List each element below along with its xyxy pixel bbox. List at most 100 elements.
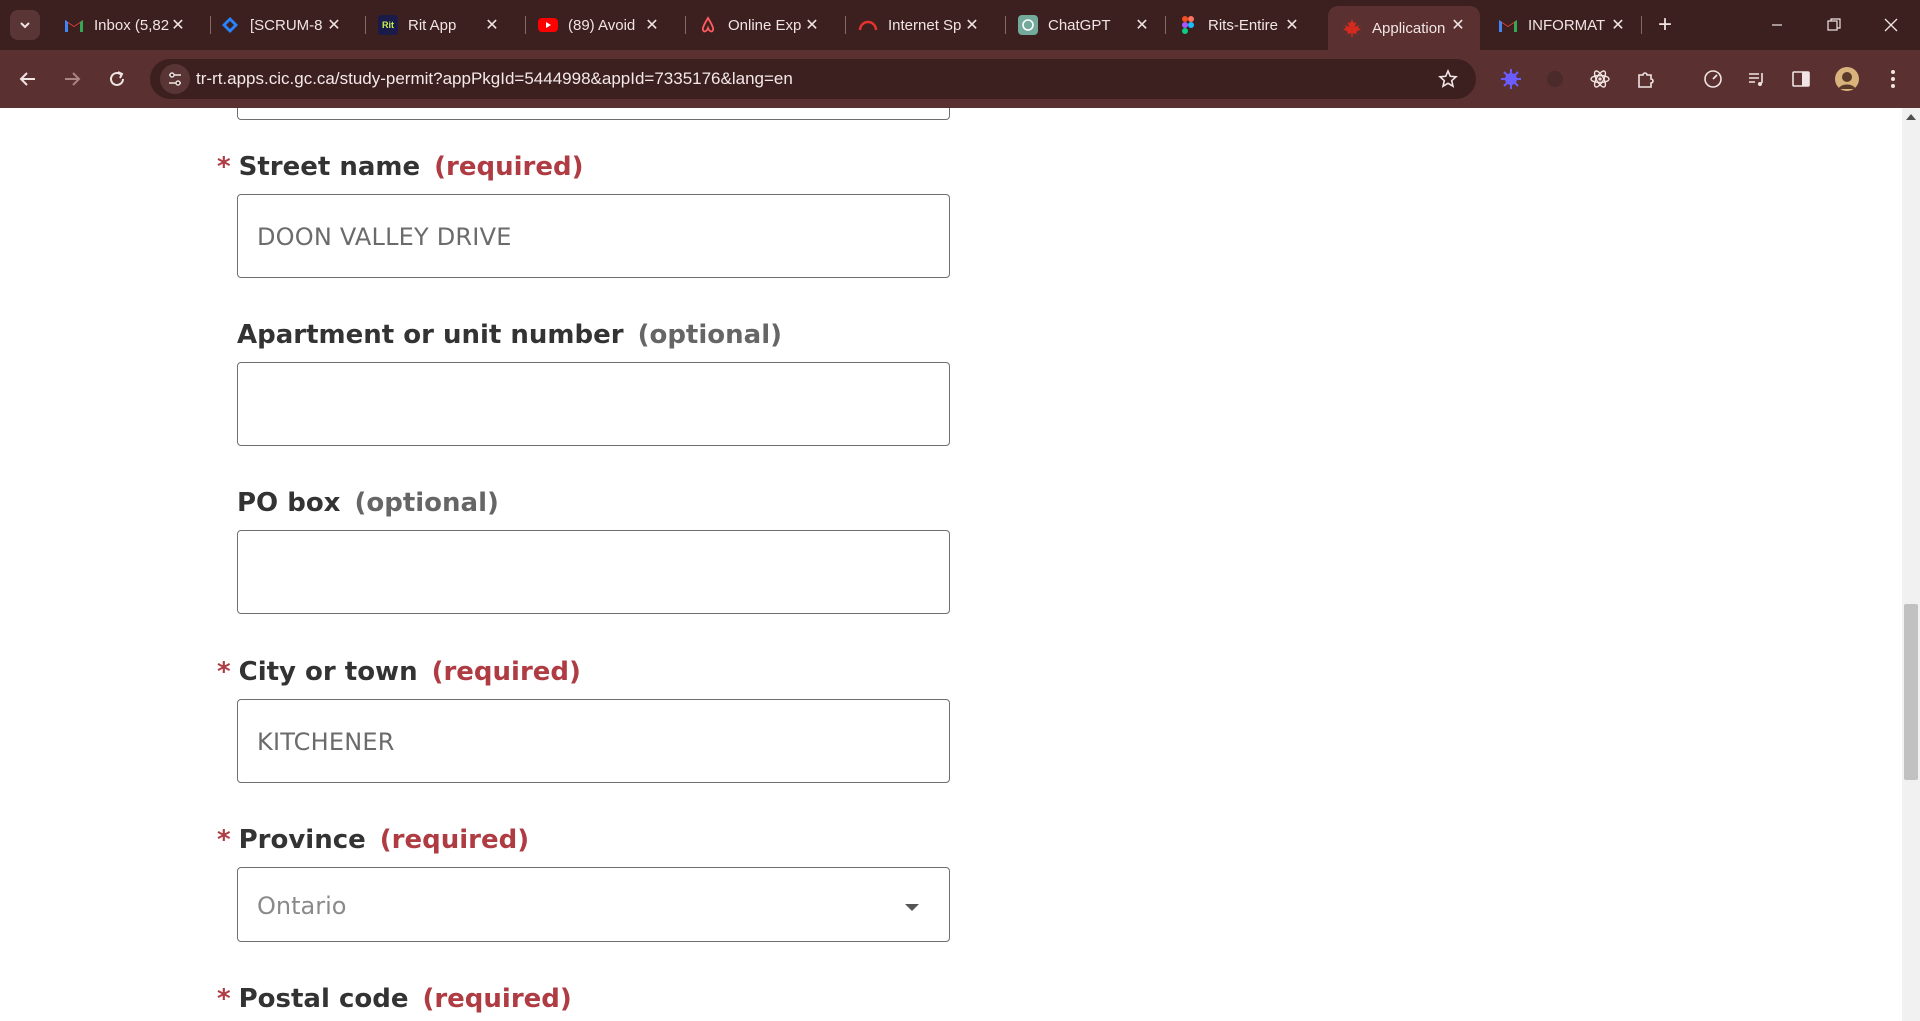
tab-search-button[interactable] (10, 10, 40, 40)
province-select[interactable]: Ontario (237, 867, 950, 942)
speedtest-icon (858, 15, 878, 35)
street-name-label-text: Street name (238, 152, 421, 182)
profile-avatar[interactable] (1832, 64, 1862, 94)
restore-button[interactable] (1805, 0, 1863, 50)
page-scrollbar[interactable] (1902, 108, 1920, 1021)
city-label: * City or town (required) (217, 657, 581, 687)
arrow-right-icon (65, 72, 81, 86)
page-content: * Street name (required) DOON VALLEY DRIVE… (0, 108, 1902, 1021)
media-control-button[interactable] (1742, 64, 1772, 94)
chevron-down-icon (20, 22, 30, 29)
tab-strip: Inbox (5,82 ✕ [SCRUM-8 ✕ Rit Rit App ✕ (… (0, 0, 1920, 50)
close-icon[interactable]: ✕ (642, 15, 662, 35)
close-icon[interactable]: ✕ (802, 15, 822, 35)
street-name-label: * Street name (required) (217, 152, 583, 182)
arrow-left-icon (19, 72, 35, 86)
street-name-value: DOON VALLEY DRIVE (257, 223, 512, 251)
optional-tag: (optional) (354, 488, 499, 518)
avatar-icon (1835, 67, 1859, 91)
rit-icon: Rit (378, 15, 398, 35)
tune-icon (169, 72, 181, 86)
url-text[interactable]: tr-rt.apps.cic.gc.ca/study-permit?appPkg… (196, 69, 793, 89)
sparkle-extension-icon (1501, 69, 1521, 89)
extension-button[interactable] (1585, 64, 1615, 94)
tab-title: Online Exp (728, 16, 802, 34)
close-icon[interactable]: ✕ (962, 15, 982, 35)
side-panel-icon (1792, 71, 1810, 87)
close-icon[interactable]: ✕ (168, 15, 188, 35)
extensions-menu-button[interactable] (1631, 64, 1661, 94)
side-panel-button[interactable] (1786, 64, 1816, 94)
speedometer-icon (1704, 70, 1722, 88)
tab-title: Internet Sp (888, 16, 962, 34)
postal-code-label: * Postal code (required) (217, 984, 572, 1014)
dropdown-arrow-icon (905, 904, 919, 911)
restore-icon (1827, 18, 1841, 31)
forward-button[interactable] (57, 64, 87, 94)
required-tag: (required) (379, 825, 530, 855)
close-icon[interactable]: ✕ (1608, 15, 1628, 35)
browser-tab[interactable]: Rit Rit App ✕ (364, 6, 514, 44)
extension-button[interactable] (1540, 64, 1570, 94)
browser-tab-active[interactable]: Application ✕ (1328, 6, 1480, 50)
close-icon[interactable]: ✕ (1448, 15, 1468, 35)
browser-tab[interactable]: (89) Avoid ✕ (524, 6, 674, 44)
city-label-text: City or town (238, 657, 418, 687)
minimize-button[interactable] (1748, 0, 1806, 50)
close-icon[interactable]: ✕ (482, 15, 502, 35)
reload-button[interactable] (102, 64, 132, 94)
po-box-input[interactable] (237, 530, 950, 614)
tab-title: Application (1372, 19, 1446, 37)
scrollbar-thumb[interactable] (1904, 604, 1918, 780)
close-icon (1884, 18, 1898, 32)
tab-title: INFORMAT (1528, 16, 1606, 34)
close-icon[interactable]: ✕ (1132, 15, 1152, 35)
airbnb-icon (698, 15, 718, 35)
gmail-icon (1498, 15, 1518, 35)
bookmark-star-button[interactable] (1436, 67, 1460, 91)
tab-title: ChatGPT (1048, 16, 1111, 34)
province-label: * Province (required) (217, 825, 529, 855)
previous-field-input[interactable] (237, 108, 950, 120)
browser-tab[interactable]: Inbox (5,82 ✕ (50, 6, 200, 44)
close-icon[interactable]: ✕ (1282, 15, 1302, 35)
browser-tab[interactable]: [SCRUM-8 ✕ (206, 6, 356, 44)
apartment-input[interactable] (237, 362, 950, 446)
street-name-input[interactable]: DOON VALLEY DRIVE (237, 194, 950, 278)
po-box-label: PO box (optional) (237, 488, 499, 518)
browser-tab[interactable]: INFORMAT ✕ (1484, 6, 1640, 44)
required-marker: * (217, 825, 231, 855)
required-tag: (required) (422, 984, 572, 1014)
site-info-button[interactable] (160, 64, 190, 94)
new-tab-button[interactable]: + (1650, 10, 1680, 40)
apartment-label-text: Apartment or unit number (237, 320, 624, 350)
minimize-icon (1772, 24, 1782, 26)
tab-title: Rit App (408, 16, 457, 34)
tab-title: Rits-Entire (1208, 16, 1279, 34)
youtube-icon (538, 15, 558, 35)
figma-icon (1178, 15, 1198, 35)
browser-menu-button[interactable] (1878, 64, 1908, 94)
star-icon (1438, 69, 1458, 88)
province-label-text: Province (238, 825, 366, 855)
city-value: KITCHENER (257, 728, 395, 756)
browser-tab[interactable]: Online Exp ✕ (684, 6, 834, 44)
required-marker: * (217, 657, 231, 687)
browser-tab[interactable]: ChatGPT ✕ (1004, 6, 1164, 44)
city-input[interactable]: KITCHENER (237, 699, 950, 783)
browser-tab[interactable]: Internet Sp ✕ (844, 6, 994, 44)
extension-button[interactable] (1496, 64, 1526, 94)
province-value: Ontario (257, 892, 347, 920)
browser-tab[interactable]: Rits-Entire ✕ (1164, 6, 1314, 44)
close-window-button[interactable] (1862, 0, 1920, 50)
scroll-up-arrow-icon[interactable] (1906, 114, 1916, 120)
react-icon (1590, 70, 1610, 88)
performance-button[interactable] (1698, 64, 1728, 94)
gmail-icon (64, 15, 84, 35)
tab-title: [SCRUM-8 (250, 16, 323, 34)
address-bar[interactable]: tr-rt.apps.cic.gc.ca/study-permit?appPkg… (150, 59, 1476, 99)
dark-extension-icon (1547, 71, 1563, 87)
back-button[interactable] (13, 64, 43, 94)
postal-code-label-text: Postal code (238, 984, 409, 1014)
close-icon[interactable]: ✕ (324, 15, 344, 35)
